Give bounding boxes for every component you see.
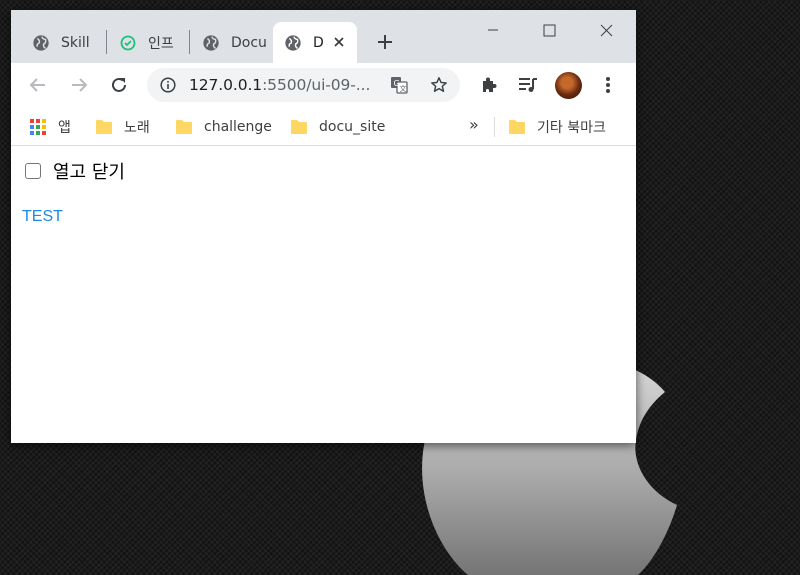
toggle-checkbox-row[interactable]: 열고 닫기 <box>25 158 125 184</box>
translate-icon[interactable]: G文 <box>389 75 409 95</box>
bookmarks-bar: 앱 노래 challenge docu_site » 기타 북마크 <box>11 107 636 146</box>
tab-skill[interactable]: Skill <box>21 22 111 63</box>
folder-icon <box>509 120 525 134</box>
tab-docu[interactable]: Docu <box>191 22 269 63</box>
tab-label: 인프 <box>148 35 174 52</box>
bookmarks-overflow-button[interactable]: » <box>469 115 479 134</box>
bookmark-folder-other[interactable]: 기타 북마크 <box>509 116 606 138</box>
bookmark-star-icon[interactable] <box>429 75 449 95</box>
bookmark-label: 앱 <box>58 120 71 136</box>
url-host: 127.0.0.1 <box>189 76 263 94</box>
folder-icon <box>176 120 192 134</box>
browser-toolbar: 127.0.0.1:5500/ui-09-... G文 <box>11 63 636 107</box>
forward-button[interactable] <box>65 71 93 99</box>
bookmark-label: 기타 북마크 <box>537 120 606 136</box>
maximize-button[interactable] <box>526 16 572 44</box>
globe-icon <box>201 33 221 53</box>
extensions-icon[interactable] <box>475 71 503 99</box>
tab-label: Skill <box>61 34 90 51</box>
bookmark-label: challenge <box>204 119 272 135</box>
address-bar[interactable]: 127.0.0.1:5500/ui-09-... G文 <box>147 68 460 102</box>
globe-icon <box>283 33 303 53</box>
test-link[interactable]: TEST <box>22 208 63 226</box>
globe-icon <box>31 33 51 53</box>
bookmark-folder-song[interactable]: 노래 <box>96 116 150 138</box>
folder-icon <box>96 120 112 134</box>
media-control-icon[interactable] <box>514 71 542 99</box>
new-tab-button[interactable] <box>373 30 397 54</box>
toggle-checkbox[interactable] <box>25 163 41 179</box>
page-content: 열고 닫기 TEST <box>11 146 636 443</box>
tab-label: D <box>313 34 324 51</box>
close-icon[interactable] <box>331 34 347 50</box>
minimize-button[interactable] <box>470 16 516 44</box>
bookmark-label: 노래 <box>124 120 150 136</box>
folder-icon <box>291 120 307 134</box>
checkbox-label: 열고 닫기 <box>53 162 125 183</box>
browser-window: Skill 인프 Docu D 127.0.0.1:5500/ui-09-...… <box>11 10 636 443</box>
apps-grid-icon <box>30 119 46 135</box>
bookmark-folder-challenge[interactable]: challenge <box>176 116 272 138</box>
reload-button[interactable] <box>105 71 133 99</box>
svg-text:文: 文 <box>400 84 407 93</box>
bookmark-folder-docu-site[interactable]: docu_site <box>291 116 385 138</box>
info-icon[interactable] <box>159 76 177 94</box>
tab-strip: Skill 인프 Docu D <box>11 10 636 63</box>
tab-divider <box>189 30 190 54</box>
profile-avatar[interactable] <box>555 72 582 99</box>
bookmarks-divider <box>494 117 495 137</box>
close-window-button[interactable] <box>583 16 629 44</box>
tab-inflearn[interactable]: 인프 <box>108 22 190 63</box>
tab-label: Docu <box>231 34 267 51</box>
tab-divider <box>106 30 107 54</box>
inflearn-icon <box>118 33 138 53</box>
url-text: 127.0.0.1:5500/ui-09-... <box>189 76 370 94</box>
url-path: :5500/ui-09-... <box>262 76 371 94</box>
tab-active[interactable]: D <box>273 22 357 63</box>
bookmark-label: docu_site <box>319 119 386 135</box>
back-button[interactable] <box>24 71 52 99</box>
bookmark-apps[interactable]: 앱 <box>30 116 71 138</box>
menu-kebab-icon[interactable] <box>594 71 622 99</box>
